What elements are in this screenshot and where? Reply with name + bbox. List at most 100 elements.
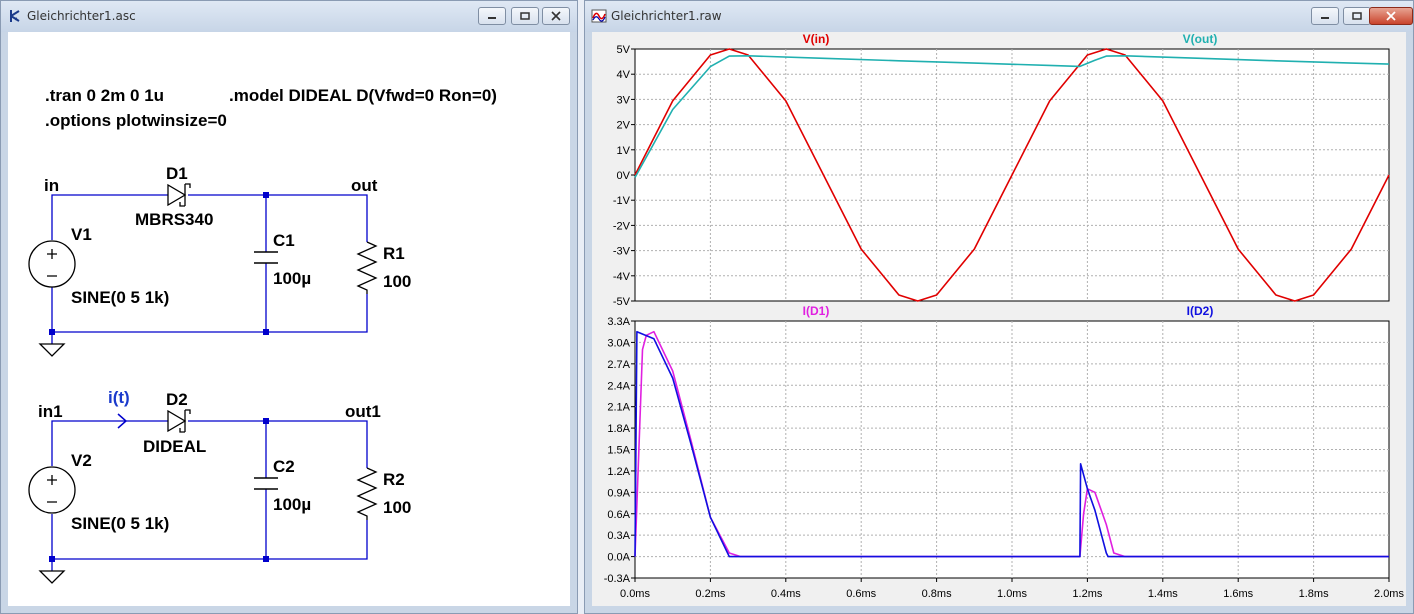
pane-voltage-y-ticks: 5V 4V 3V 2V 1V 0V -1V -2V -3V -4V -5V <box>613 44 635 308</box>
schematic-canvas[interactable]: .tran 0 2m 0 1u .model DIDEAL D(Vfwd=0 R… <box>8 32 570 606</box>
y-tick-label: 1V <box>617 145 631 157</box>
waveform-icon <box>591 9 607 23</box>
waveform-window: Gleichrichter1.raw 5V 4V 3V 2V 1V 0V -1V -2V -3V… <box>584 0 1414 614</box>
close-icon <box>1386 11 1396 21</box>
y-tick-label: 0V <box>617 170 631 182</box>
c2-value[interactable]: 100µ <box>273 495 311 514</box>
schematic-title: Gleichrichter1.asc <box>27 9 136 23</box>
x-tick-label: 2.0ms <box>1374 588 1404 600</box>
waveform-canvas[interactable]: 5V 4V 3V 2V 1V 0V -1V -2V -3V -4V -5V V(in) V(out)… <box>592 32 1406 606</box>
schematic-drawing: .tran 0 2m 0 1u .model DIDEAL D(Vfwd=0 R… <box>28 86 497 584</box>
wires-2 <box>51 420 368 571</box>
restore-button[interactable] <box>511 7 539 25</box>
waveform-plot[interactable]: 5V 4V 3V 2V 1V 0V -1V -2V -3V -4V -5V V(in) V(out)… <box>592 32 1406 606</box>
y-tick-label: 3.3A <box>607 316 630 328</box>
y-tick-label: 1.2A <box>607 466 630 478</box>
trace-label-vin[interactable]: V(in) <box>803 32 830 46</box>
c2-name[interactable]: C2 <box>273 457 295 476</box>
d1-name[interactable]: D1 <box>166 164 188 183</box>
waveform-titlebar[interactable]: Gleichrichter1.raw <box>585 1 1413 32</box>
minimize-icon <box>1321 17 1329 19</box>
c1-name[interactable]: C1 <box>273 231 295 250</box>
close-button[interactable] <box>1369 7 1413 25</box>
r2-name[interactable]: R2 <box>383 470 405 489</box>
capacitor-c1-icon[interactable] <box>254 251 278 264</box>
y-tick-label: 0.0A <box>607 552 630 564</box>
resistor-r1-icon[interactable] <box>356 241 378 294</box>
x-tick-label: 0.8ms <box>922 588 952 600</box>
net-label-out[interactable]: out <box>351 176 378 195</box>
x-tick-label: 0.2ms <box>695 588 725 600</box>
d2-model[interactable]: DIDEAL <box>143 437 206 456</box>
net-label-out1[interactable]: out1 <box>345 402 381 421</box>
minimize-button[interactable] <box>478 7 506 25</box>
trace-label-id1[interactable]: I(D1) <box>803 304 830 318</box>
minimize-button[interactable] <box>1311 7 1339 25</box>
y-tick-label: 1.5A <box>607 445 630 457</box>
y-tick-label: 2V <box>617 120 631 132</box>
y-tick-label: 1.8A <box>607 423 630 435</box>
minimize-icon <box>488 17 496 19</box>
y-tick-label: -5V <box>613 296 631 308</box>
x-tick-label: 1.0ms <box>997 588 1027 600</box>
x-tick-label: 0.4ms <box>771 588 801 600</box>
current-label[interactable]: i(t) <box>108 388 130 407</box>
x-tick-label: 1.2ms <box>1072 588 1102 600</box>
voltage-source-v2-icon[interactable] <box>28 466 76 514</box>
y-tick-label: 0.6A <box>607 509 630 521</box>
c1-value[interactable]: 100µ <box>273 269 311 288</box>
close-icon <box>551 11 561 21</box>
trace-label-vout[interactable]: V(out) <box>1183 32 1218 46</box>
y-tick-label: 2.1A <box>607 402 630 414</box>
x-axis-ticks: 0.0ms 0.2ms 0.4ms 0.6ms 0.8ms 1.0ms 1.2ms 1.4ms… <box>620 578 1404 600</box>
v2-name[interactable]: V2 <box>71 451 92 470</box>
tran-directive[interactable]: .tran 0 2m 0 1u <box>45 86 164 105</box>
x-tick-label: 1.6ms <box>1223 588 1253 600</box>
x-tick-label: 0.0ms <box>620 588 650 600</box>
v2-value[interactable]: SINE(0 5 1k) <box>71 514 169 533</box>
r2-value[interactable]: 100 <box>383 498 411 517</box>
resistor-r2-icon[interactable] <box>356 467 378 520</box>
capacitor-c2-icon[interactable] <box>254 477 278 490</box>
schottky-diode-d1-icon[interactable] <box>167 183 191 207</box>
y-tick-label: 0.3A <box>607 530 630 542</box>
x-tick-label: 0.6ms <box>846 588 876 600</box>
d1-model[interactable]: MBRS340 <box>135 210 213 229</box>
y-tick-label: 2.4A <box>607 380 630 392</box>
schottky-diode-d2-icon[interactable] <box>167 409 191 433</box>
model-directive[interactable]: .model DIDEAL D(Vfwd=0 Ron=0) <box>229 86 497 105</box>
waveform-title: Gleichrichter1.raw <box>611 9 722 23</box>
net-label-in1[interactable]: in1 <box>38 402 63 421</box>
circuit-1: in out D1 MBRS340 C1 100µ R1 100 V1 SINE… <box>28 164 411 357</box>
y-tick-label: 3V <box>617 94 631 106</box>
close-button[interactable] <box>542 7 570 25</box>
x-tick-label: 1.8ms <box>1299 588 1329 600</box>
y-tick-label: 5V <box>617 44 631 56</box>
restore-icon <box>1352 12 1362 20</box>
y-tick-label: -0.3A <box>604 573 631 585</box>
options-directive[interactable]: .options plotwinsize=0 <box>45 111 227 130</box>
restore-button[interactable] <box>1343 7 1371 25</box>
voltage-source-v1-icon[interactable] <box>28 240 76 288</box>
x-tick-label: 1.4ms <box>1148 588 1178 600</box>
r1-value[interactable]: 100 <box>383 272 411 291</box>
pane-current-y-ticks: 3.3A 3.0A 2.7A 2.4A 2.1A 1.8A 1.5A 1.2A 0.9A 0.6A… <box>604 316 635 585</box>
schematic-titlebar[interactable]: Gleichrichter1.asc <box>1 1 577 32</box>
y-tick-label: -1V <box>613 195 631 207</box>
trace-label-id2[interactable]: I(D2) <box>1187 304 1214 318</box>
y-tick-label: -4V <box>613 271 631 283</box>
pane-voltage[interactable]: 5V 4V 3V 2V 1V 0V -1V -2V -3V -4V -5V V(in) V(out) <box>613 32 1390 308</box>
ltspice-icon <box>10 10 20 22</box>
v1-name[interactable]: V1 <box>71 225 92 244</box>
pane-current[interactable]: 3.3A 3.0A 2.7A 2.4A 2.1A 1.8A 1.5A 1.2A 0.9A 0.6A… <box>604 304 1390 585</box>
y-tick-label: 0.9A <box>607 487 630 499</box>
y-tick-label: 3.0A <box>607 337 630 349</box>
v1-value[interactable]: SINE(0 5 1k) <box>71 288 169 307</box>
y-tick-label: -3V <box>613 246 631 258</box>
d2-name[interactable]: D2 <box>166 390 188 409</box>
net-label-in[interactable]: in <box>44 176 59 195</box>
r1-name[interactable]: R1 <box>383 244 405 263</box>
ground-1-icon <box>38 343 66 357</box>
y-tick-label: 2.7A <box>607 359 630 371</box>
restore-icon <box>520 12 530 20</box>
